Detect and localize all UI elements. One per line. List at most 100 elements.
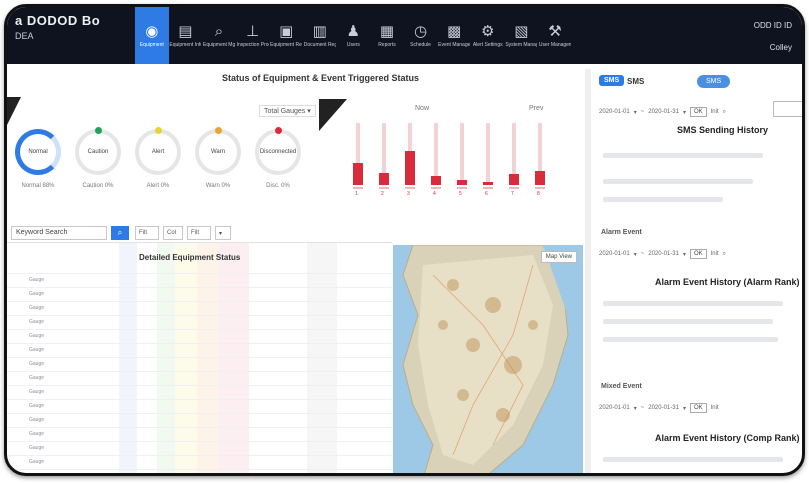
nav-item-label: User Management xyxy=(538,42,571,48)
event-bar[interactable] xyxy=(431,175,441,185)
status-donut-alert[interactable]: Alert Alert 0% xyxy=(135,127,181,189)
korea-map[interactable]: Map View xyxy=(393,245,583,473)
bar-base xyxy=(353,187,363,189)
chevron-down-icon[interactable]: ▾ xyxy=(683,405,686,412)
table-row[interactable] xyxy=(7,315,392,316)
tower-icon: ⊥ xyxy=(246,22,260,40)
chevron-down-icon[interactable]: ▾ xyxy=(634,251,637,258)
table-row[interactable] xyxy=(7,357,392,358)
event-bar[interactable] xyxy=(483,181,493,185)
table-cell: Gauge xyxy=(29,277,45,283)
nav-item-equipment-register[interactable]: ▣ Equipment Register xyxy=(269,7,303,64)
search-icon[interactable]: ⌕ xyxy=(111,226,129,240)
table-row[interactable] xyxy=(7,343,392,344)
nav-item-equipment-mgr[interactable]: ⌕ Equipment Mgr xyxy=(202,7,236,64)
event-bar[interactable] xyxy=(379,172,389,185)
toolbar-item[interactable]: ~ xyxy=(641,109,645,115)
table-row[interactable] xyxy=(7,399,392,400)
table-row[interactable] xyxy=(7,371,392,372)
event-bar[interactable] xyxy=(535,171,545,185)
toolbar-item[interactable]: OK xyxy=(689,403,707,413)
donut-ring: Alert xyxy=(135,127,181,175)
toolbar-item[interactable]: 2020-01-01 xyxy=(599,251,630,257)
bar-label: 4 xyxy=(433,191,436,197)
status-panel-title: Status of Equipment & Event Triggered St… xyxy=(222,73,420,83)
event-bar[interactable] xyxy=(457,180,467,185)
table-row[interactable] xyxy=(7,441,392,442)
table-row[interactable] xyxy=(7,455,392,456)
nav-item-document-registry[interactable]: ▥ Document Registry xyxy=(303,7,337,64)
table-row[interactable] xyxy=(7,287,392,288)
toolbar-item[interactable]: Init xyxy=(711,405,719,411)
chevron-down-icon[interactable]: ▾ xyxy=(683,109,686,116)
sms-history-title: SMS Sending History xyxy=(677,125,769,135)
table-row[interactable] xyxy=(7,427,392,428)
sms-toggle-button[interactable]: SMS xyxy=(697,75,731,88)
toolbar-item[interactable]: OK xyxy=(689,107,707,117)
search-icon[interactable]: ⌕ xyxy=(723,251,726,258)
nav-item-system-management[interactable]: ▧ System Management xyxy=(505,7,539,64)
status-donut-caution[interactable]: Caution Caution 0% xyxy=(75,127,121,189)
table-row[interactable] xyxy=(7,385,392,386)
nav-item-inspection-progress[interactable]: ⊥ Inspection Progress xyxy=(236,7,270,64)
chevron-down-icon[interactable]: ▾ xyxy=(683,251,686,258)
event-bar[interactable] xyxy=(509,173,519,185)
toolbar-item[interactable]: ~ xyxy=(641,405,645,411)
table-row[interactable] xyxy=(7,329,392,330)
donut-ring: Warn xyxy=(195,127,241,175)
gauge-type-select[interactable]: Total Gauges ▾ xyxy=(259,105,316,117)
nav-item-schedule[interactable]: ◷ Schedule xyxy=(404,7,438,64)
table-row[interactable] xyxy=(7,273,392,274)
table-cell: Gauge xyxy=(29,459,45,465)
nav-item-reports[interactable]: ▦ Reports xyxy=(370,7,404,64)
toolbar-item[interactable]: Init xyxy=(711,251,719,257)
toolbar-item[interactable]: Init xyxy=(711,109,719,115)
table-cell: Gauge xyxy=(29,305,45,311)
event-bar[interactable] xyxy=(405,150,415,185)
nav-item-label: Equipment Info xyxy=(169,42,202,48)
nav-item-label: Schedule xyxy=(410,42,431,48)
filter-select-3[interactable]: Filt xyxy=(187,226,211,240)
sms-extra-select[interactable] xyxy=(773,101,802,117)
search-icon[interactable]: ⌕ xyxy=(723,109,726,116)
toolbar-item[interactable]: 2020-01-01 xyxy=(599,109,630,115)
table-cell: Gauge xyxy=(29,445,45,451)
mixed-event-label: Mixed Event xyxy=(601,383,642,390)
toolbar-item[interactable]: 2020-01-01 xyxy=(599,405,630,411)
toolbar-item[interactable]: ~ xyxy=(641,251,645,257)
keyword-search-input[interactable]: Keyword Search xyxy=(11,226,107,240)
app-logo[interactable]: a DODOD Bo xyxy=(15,13,100,28)
server-icon: ▤ xyxy=(178,22,193,40)
status-donut-normal[interactable]: Normal Normal 88% xyxy=(15,129,61,189)
table-row[interactable] xyxy=(7,301,392,302)
donut-label: Caution xyxy=(87,149,109,155)
nav-item-equipment-info[interactable]: ▤ Equipment Info xyxy=(169,7,203,64)
nav-item-alert-settings[interactable]: ⚙ Alert Settings xyxy=(471,7,505,64)
user-name-link[interactable]: Colley xyxy=(754,37,792,59)
nav-item-equipment[interactable]: ◉ Equipment xyxy=(135,7,169,64)
nav-item-user-management[interactable]: ⚒ User Management xyxy=(538,7,572,64)
chevron-down-icon[interactable]: ▾ xyxy=(215,226,231,240)
filter-select-2[interactable]: Col xyxy=(163,226,183,240)
event-bar[interactable] xyxy=(353,163,363,185)
status-donut-disconnected[interactable]: Disconnected Disc. 0% xyxy=(255,127,301,189)
nav-item-users[interactable]: ♟ Users xyxy=(337,7,371,64)
toolbar-item[interactable]: OK xyxy=(689,249,707,259)
toolbar-item[interactable]: 2020-01-31 xyxy=(648,109,679,115)
table-row[interactable] xyxy=(7,413,392,414)
toolbar-item[interactable]: 2020-01-31 xyxy=(648,251,679,257)
filter-select-1[interactable]: Filt xyxy=(135,226,159,240)
bar-base xyxy=(431,187,441,189)
chevron-down-icon[interactable]: ▾ xyxy=(634,109,637,116)
map-view-button[interactable]: Map View xyxy=(540,251,577,263)
table-row[interactable] xyxy=(7,469,392,470)
panel-scrollbar[interactable] xyxy=(585,69,591,473)
nav-item-label: Reports xyxy=(378,42,396,48)
sms-row xyxy=(603,179,753,184)
chevron-down-icon[interactable]: ▾ xyxy=(634,405,637,412)
bar-label: 8 xyxy=(537,191,540,197)
nav-item-event-management[interactable]: ▩ Event Management xyxy=(437,7,471,64)
status-donut-warn[interactable]: Warn Warn 0% xyxy=(195,127,241,189)
toolbar-item[interactable]: 2020-01-31 xyxy=(648,405,679,411)
table-cell: Gauge xyxy=(29,389,45,395)
